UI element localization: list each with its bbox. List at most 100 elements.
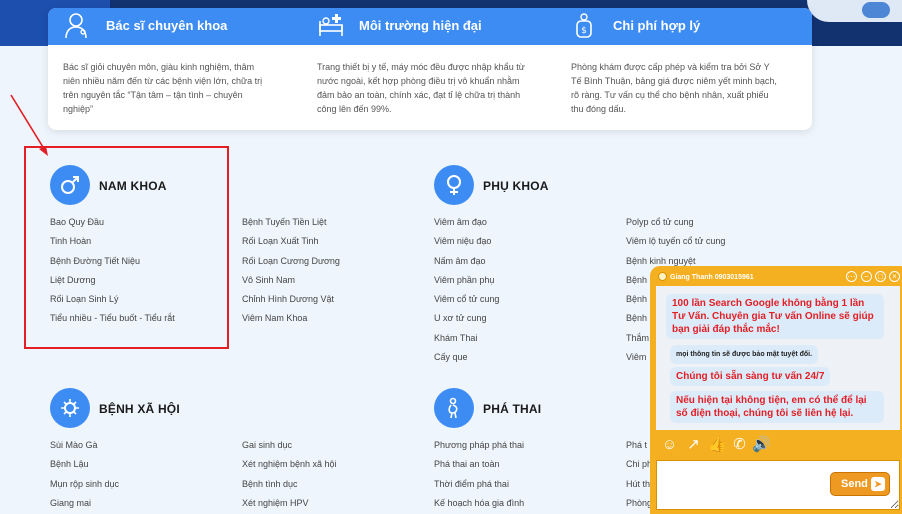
svg-text:$: $	[581, 26, 587, 36]
feature-text: Trang thiết bị y tế, máy móc đều được nh…	[317, 60, 525, 116]
category-link[interactable]: Viêm lộ tuyến cổ tử cung	[626, 235, 725, 254]
category-link[interactable]: Bệnh Đường Tiết Niệu	[50, 255, 175, 274]
pregnancy-icon[interactable]	[434, 388, 474, 428]
chat-header[interactable]: Giang Thanh 0903015961 ⋯ − □ ×	[650, 266, 902, 288]
category-title-phu-khoa[interactable]: PHỤ KHOA	[483, 179, 549, 193]
category-link[interactable]: Polyp cổ tử cung	[626, 216, 725, 235]
category-link[interactable]: Giang mai	[50, 497, 119, 514]
female-icon[interactable]	[434, 165, 474, 205]
category-link[interactable]: Phương pháp phá thai	[434, 439, 524, 458]
benh-xa-hoi-links-col2: Gai sinh dục Xét nghiệm bệnh xã hội Bệnh…	[242, 439, 337, 514]
category-link[interactable]: Kế hoạch hóa gia đình	[434, 497, 524, 514]
chat-widget: Giang Thanh 0903015961 ⋯ − □ × 100 lần S…	[650, 266, 902, 514]
category-link[interactable]: Hút th	[626, 478, 652, 497]
category-link[interactable]: Phá thai an toàn	[434, 458, 524, 477]
category-link[interactable]: Rối Loạn Cương Dương	[242, 255, 340, 274]
feature-line: Trang thiết bị y tế, máy móc đều được nh…	[317, 62, 525, 72]
category-link[interactable]: Bệnh Lậu	[50, 458, 119, 477]
close-icon[interactable]: ×	[889, 271, 900, 282]
chat-messages[interactable]: 100 lần Search Google không bằng 1 lần T…	[656, 286, 900, 430]
pha-thai-links-col2: Phá t Chi ph Hút th Phòng	[626, 439, 652, 514]
feature-line: nghiệp”	[63, 104, 94, 114]
category-title-nam-khoa[interactable]: NAM KHOA	[99, 179, 167, 193]
phu-khoa-links-col1: Viêm âm đạo Viêm niệu đạo Nấm âm đạo Viê…	[434, 216, 499, 370]
red-arrow-annotation	[10, 94, 48, 156]
menu-icon[interactable]: ⋯	[846, 271, 857, 282]
feature-line: Phòng khám được cấp phép và kiểm tra bởi…	[571, 62, 770, 72]
category-link[interactable]: Gai sinh dục	[242, 439, 337, 458]
sound-icon[interactable]: 🔊	[752, 435, 771, 454]
category-link[interactable]: Sùi Mào Gà	[50, 439, 119, 458]
category-link[interactable]: Bệnh Tuyến Tiền Liệt	[242, 216, 340, 235]
feature-header-doctor: Bác sĩ chuyên khoa	[48, 8, 303, 45]
category-title-pha-thai[interactable]: PHÁ THAI	[483, 402, 541, 416]
agent-avatar	[658, 272, 667, 281]
category-link[interactable]: Vô Sinh Nam	[242, 274, 340, 293]
category-link[interactable]: Viêm phần phụ	[434, 274, 499, 293]
chat-message: Nếu hiện tại không tiện, em có thể để lạ…	[670, 391, 884, 423]
category-link[interactable]: Viêm cổ tử cung	[434, 293, 499, 312]
minimize-icon[interactable]: −	[861, 271, 872, 282]
category-link[interactable]: Bệnh tình dục	[242, 478, 337, 497]
feature-line: Bác sĩ giỏi chuyên môn, giàu kinh nghiệm…	[63, 62, 255, 72]
feature-text: Phòng khám được cấp phép và kiểm tra bởi…	[571, 60, 777, 116]
feature-line: công lên đến 99%.	[317, 104, 392, 114]
doctor-icon	[65, 13, 87, 39]
feature-title: Bác sĩ chuyên khoa	[106, 18, 228, 33]
banner-doctor-image	[807, 0, 902, 22]
category-link[interactable]: Nấm âm đạo	[434, 255, 499, 274]
category-link[interactable]: Tiểu nhiều - Tiểu buốt - Tiểu rắt	[50, 312, 175, 331]
send-label: Send	[841, 478, 868, 490]
feature-line: niên nhiều năm đến từ các bệnh viện lớn,…	[63, 76, 263, 86]
emoji-icon[interactable]: ☺	[660, 435, 679, 454]
chat-message: 100 lần Search Google không bằng 1 lần T…	[666, 294, 884, 339]
share-icon[interactable]: ↗	[684, 435, 703, 454]
chat-toolbar: ☺ ↗ 👍 ✆ 🔊	[656, 432, 776, 458]
feature-line: nước ngoài, kết hợp phòng điều trị vô kh…	[317, 76, 520, 86]
male-icon[interactable]	[50, 165, 90, 205]
category-link[interactable]: Chi ph	[626, 458, 652, 477]
feature-line: rõ ràng. Tư vấn cụ thể cho bệnh nhân, xu…	[571, 90, 769, 100]
feature-line: trên nguyên tắc “Tận tâm – tận tình – ch…	[63, 90, 243, 100]
category-link[interactable]: Xét nghiệm bệnh xã hội	[242, 458, 337, 477]
nam-khoa-links-col2: Bệnh Tuyến Tiền Liệt Rối Loạn Xuất Tinh …	[242, 216, 340, 332]
category-link[interactable]: Chỉnh Hình Dương Vật	[242, 293, 340, 312]
category-link[interactable]: U xơ tử cung	[434, 312, 499, 331]
feature-line: Tế Bình Thuận, bảng giá được niêm yết mi…	[571, 76, 777, 86]
category-link[interactable]: Khám Thai	[434, 332, 499, 351]
category-link[interactable]: Viêm Nam Khoa	[242, 312, 340, 331]
feature-title: Chi phí hợp lý	[613, 18, 701, 33]
feature-text: Bác sĩ giỏi chuyên môn, giàu kinh nghiệm…	[63, 60, 262, 116]
pha-thai-links-col1: Phương pháp phá thai Phá thai an toàn Th…	[434, 439, 524, 514]
send-button[interactable]: Send ➤	[830, 472, 890, 496]
feature-header-modern: Môi trường hiện đại	[303, 8, 557, 45]
phone-icon[interactable]: ✆	[730, 435, 749, 454]
chat-message: Chúng tôi sẵn sàng tư vấn 24/7	[670, 367, 831, 386]
chat-message: mọi thông tin sẽ được bảo mật tuyệt đối.	[670, 345, 819, 364]
category-title-benh-xa-hoi[interactable]: BỆNH XÃ HỘI	[99, 402, 180, 416]
category-link[interactable]: Xét nghiệm HPV	[242, 497, 337, 514]
category-link[interactable]: Tinh Hoàn	[50, 235, 175, 254]
chat-agent-name: Giang Thanh 0903015961	[670, 274, 754, 281]
features-panel: Bác sĩ chuyên khoa Môi trường hiện đại $…	[48, 8, 812, 130]
category-link[interactable]: Mụn rộp sinh dục	[50, 478, 119, 497]
category-link[interactable]: Phá t	[626, 439, 652, 458]
like-icon[interactable]: 👍	[708, 435, 727, 454]
feature-title: Môi trường hiện đại	[359, 18, 482, 33]
category-link[interactable]: Liệt Dương	[50, 274, 175, 293]
feature-line: đảm bảo an toàn, chính xác, đạt tỉ lệ ch…	[317, 90, 521, 100]
category-link[interactable]: Viêm âm đạo	[434, 216, 499, 235]
benh-xa-hoi-links-col1: Sùi Mào Gà Bệnh Lậu Mụn rộp sinh dục Gia…	[50, 439, 119, 514]
category-link[interactable]: Cấy que	[434, 351, 499, 370]
category-link[interactable]: Rối Loạn Xuất Tinh	[242, 235, 340, 254]
maximize-icon[interactable]: □	[875, 271, 886, 282]
category-link[interactable]: Viêm niệu đạo	[434, 235, 499, 254]
category-link[interactable]: Phòng	[626, 497, 652, 514]
hospital-bed-icon	[319, 14, 343, 36]
virus-icon[interactable]	[50, 388, 90, 428]
send-icon: ➤	[871, 477, 885, 491]
feature-header-cost: $ Chi phí hợp lý	[557, 8, 812, 45]
category-link[interactable]: Thời điểm phá thai	[434, 478, 524, 497]
category-link[interactable]: Bao Quy Đầu	[50, 216, 175, 235]
category-link[interactable]: Rối Loạn Sinh Lý	[50, 293, 175, 312]
